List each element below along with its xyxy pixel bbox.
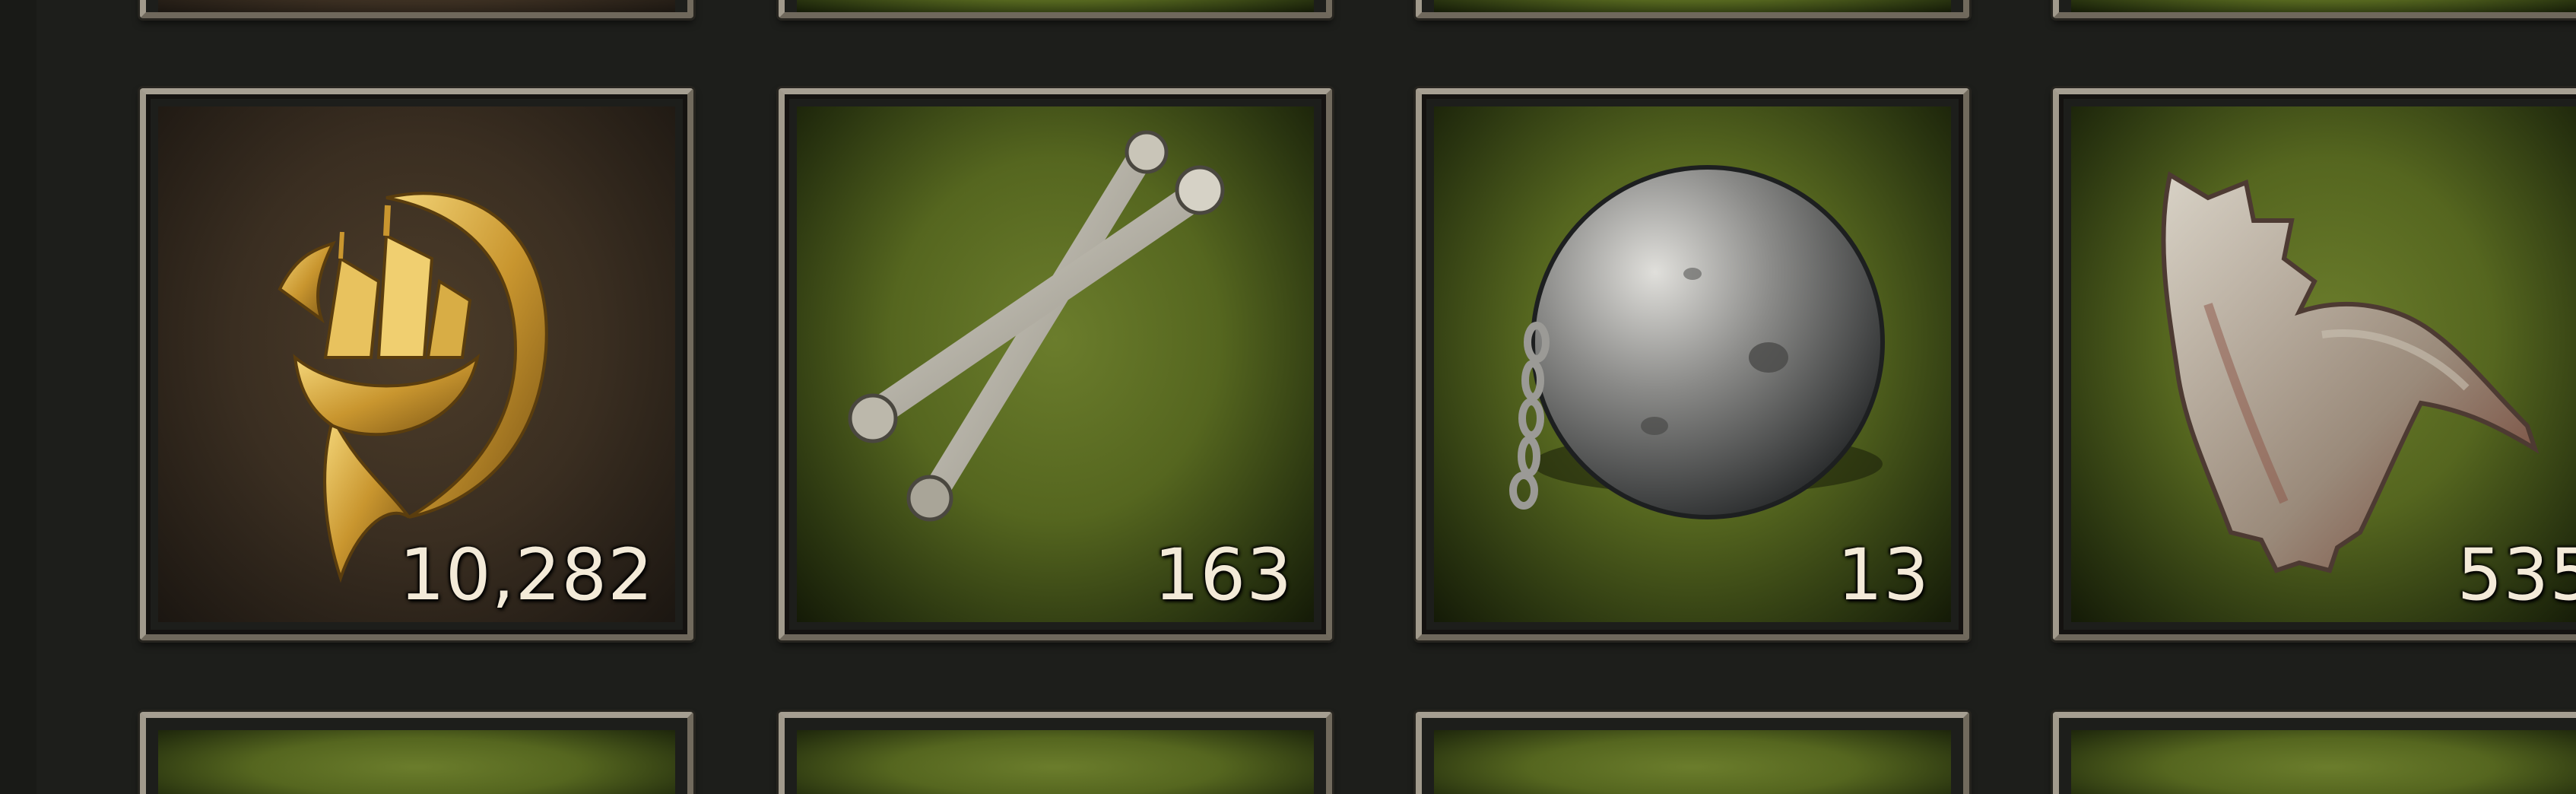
slot-background: 13 bbox=[1434, 106, 1951, 622]
item-count: 535 bbox=[2457, 534, 2576, 617]
inventory-slot-spiked-claw[interactable]: 535 bbox=[2053, 88, 2576, 640]
inventory-slot-partial-top[interactable] bbox=[1416, 0, 1969, 18]
inventory-slot-partial-bottom[interactable] bbox=[1416, 712, 1969, 794]
inventory-slot-crossed-bones[interactable]: 163 bbox=[779, 88, 1332, 640]
inventory-slot-partial-top[interactable] bbox=[2053, 0, 2576, 18]
slot-background: 10,282 bbox=[158, 106, 675, 622]
inventory-slot-ball-and-chain[interactable]: 13 bbox=[1416, 88, 1969, 640]
inventory-slot-partial-top[interactable] bbox=[779, 0, 1332, 18]
item-count: 13 bbox=[1837, 534, 1930, 617]
inventory-slot-partial-bottom[interactable] bbox=[779, 712, 1332, 794]
inventory-slot-partial-bottom[interactable] bbox=[2053, 712, 2576, 794]
item-count: 10,282 bbox=[399, 534, 654, 617]
inventory-slot-partial-top[interactable] bbox=[140, 0, 693, 18]
slot-background: 163 bbox=[797, 106, 1314, 622]
item-count: 163 bbox=[1153, 534, 1293, 617]
inventory-grid: 10,282 163 13 53 bbox=[0, 0, 2576, 794]
slot-background: 535 bbox=[2071, 106, 2576, 622]
inventory-slot-ship-emblem[interactable]: 10,282 bbox=[140, 88, 693, 640]
inventory-slot-partial-bottom[interactable] bbox=[140, 712, 693, 794]
